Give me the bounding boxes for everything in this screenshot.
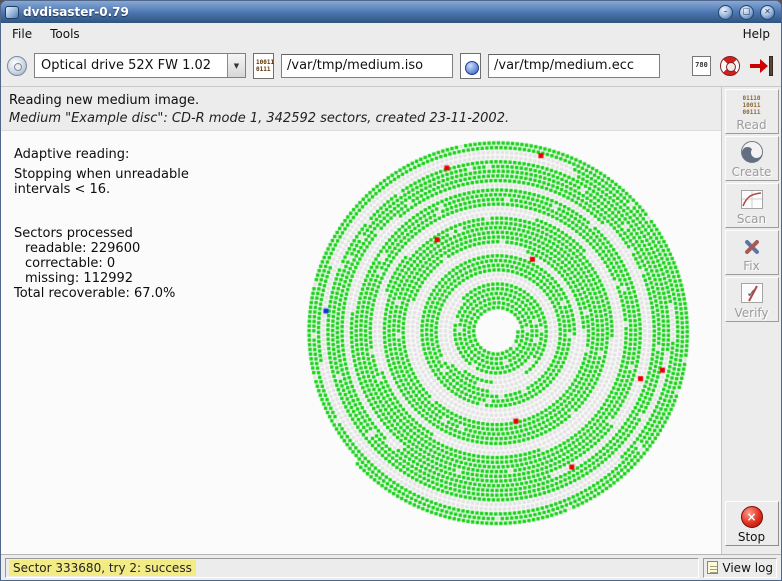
fix-button[interactable]: Fix bbox=[725, 230, 779, 275]
fix-tools-icon bbox=[741, 235, 763, 257]
menu-file[interactable]: File bbox=[3, 24, 41, 44]
status-notice: Reading new medium image. Medium "Exampl… bbox=[1, 87, 721, 131]
toolbar: Optical drive 52X FW 1.02 ▼ bbox=[1, 45, 781, 87]
iso-path-input[interactable] bbox=[281, 54, 453, 78]
iso-file-icon bbox=[253, 53, 274, 79]
quit-door-icon bbox=[769, 56, 773, 76]
help-life-ring-button[interactable] bbox=[720, 56, 740, 76]
toolbar-right-group bbox=[692, 56, 775, 76]
medium-info: Medium "Example disc": CD-R mode 1, 3425… bbox=[9, 110, 721, 128]
minimize-button[interactable]: – bbox=[718, 5, 733, 20]
content-row: Reading new medium image. Medium "Exampl… bbox=[1, 87, 781, 554]
quit-button[interactable] bbox=[749, 56, 773, 76]
mode-line2: intervals < 16. bbox=[14, 182, 189, 197]
stop-icon: × bbox=[741, 506, 763, 528]
dvdisaster-window: dvdisaster-0.79 – □ × File Tools Help Op… bbox=[0, 0, 782, 581]
ecc-path-input[interactable] bbox=[488, 54, 660, 78]
window-controls: – □ × bbox=[718, 5, 777, 20]
device-select-value: Optical drive 52X FW 1.02 bbox=[35, 54, 227, 77]
window-icon bbox=[5, 6, 19, 19]
maximize-button[interactable]: □ bbox=[739, 5, 754, 20]
menubar: File Tools Help bbox=[1, 23, 781, 45]
read-binary-icon bbox=[742, 92, 760, 118]
chevron-down-icon: ▼ bbox=[234, 62, 239, 70]
status-message: Sector 333680, try 2: success bbox=[9, 560, 196, 576]
statusbar: Sector 333680, try 2: success View log bbox=[1, 554, 781, 580]
create-button[interactable]: Create bbox=[725, 136, 779, 181]
view-log-icon bbox=[707, 561, 718, 574]
device-select-dropdown-button[interactable]: ▼ bbox=[227, 54, 245, 77]
menu-help[interactable]: Help bbox=[734, 24, 779, 44]
left-column: Reading new medium image. Medium "Exampl… bbox=[1, 87, 721, 554]
maximize-icon: □ bbox=[743, 8, 751, 16]
mode-line1: Stopping when unreadable bbox=[14, 167, 189, 182]
sectors-correctable: correctable: 0 bbox=[14, 256, 189, 271]
minimize-icon: – bbox=[724, 8, 728, 16]
close-icon: × bbox=[764, 8, 771, 16]
create-yinyang-icon bbox=[741, 141, 763, 163]
reading-stats: Adaptive reading: Stopping when unreadab… bbox=[14, 147, 189, 301]
titlebar[interactable]: dvdisaster-0.79 – □ × bbox=[1, 1, 781, 23]
action-title: Reading new medium image. bbox=[9, 92, 721, 110]
scan-chart-icon bbox=[741, 190, 763, 209]
quit-arrow-icon bbox=[750, 64, 760, 68]
drive-icon bbox=[7, 56, 27, 76]
sectors-title: Sectors processed bbox=[14, 226, 189, 241]
action-sidebar: Read Create Scan Fix bbox=[721, 87, 781, 554]
verify-check-icon: ✓ bbox=[741, 283, 763, 303]
verify-button[interactable]: ✓ Verify bbox=[725, 277, 779, 322]
sectors-readable: readable: 229600 bbox=[14, 241, 189, 256]
main-panel: Adaptive reading: Stopping when unreadab… bbox=[1, 131, 721, 554]
preferences-button[interactable] bbox=[692, 56, 711, 76]
total-recoverable: Total recoverable: 67.0% bbox=[14, 286, 189, 301]
read-button[interactable]: Read bbox=[725, 89, 779, 134]
stop-button[interactable]: × Stop bbox=[725, 501, 779, 546]
window-title: dvdisaster-0.79 bbox=[23, 5, 714, 19]
sectors-missing: missing: 112992 bbox=[14, 271, 189, 286]
close-button[interactable]: × bbox=[760, 5, 775, 20]
status-message-area: Sector 333680, try 2: success bbox=[5, 558, 699, 578]
scan-button[interactable]: Scan bbox=[725, 183, 779, 228]
view-log-button[interactable]: View log bbox=[703, 558, 777, 578]
ecc-file-icon bbox=[460, 53, 481, 79]
device-select[interactable]: Optical drive 52X FW 1.02 ▼ bbox=[34, 53, 246, 78]
menu-tools[interactable]: Tools bbox=[41, 24, 89, 44]
mode-title: Adaptive reading: bbox=[14, 147, 189, 162]
